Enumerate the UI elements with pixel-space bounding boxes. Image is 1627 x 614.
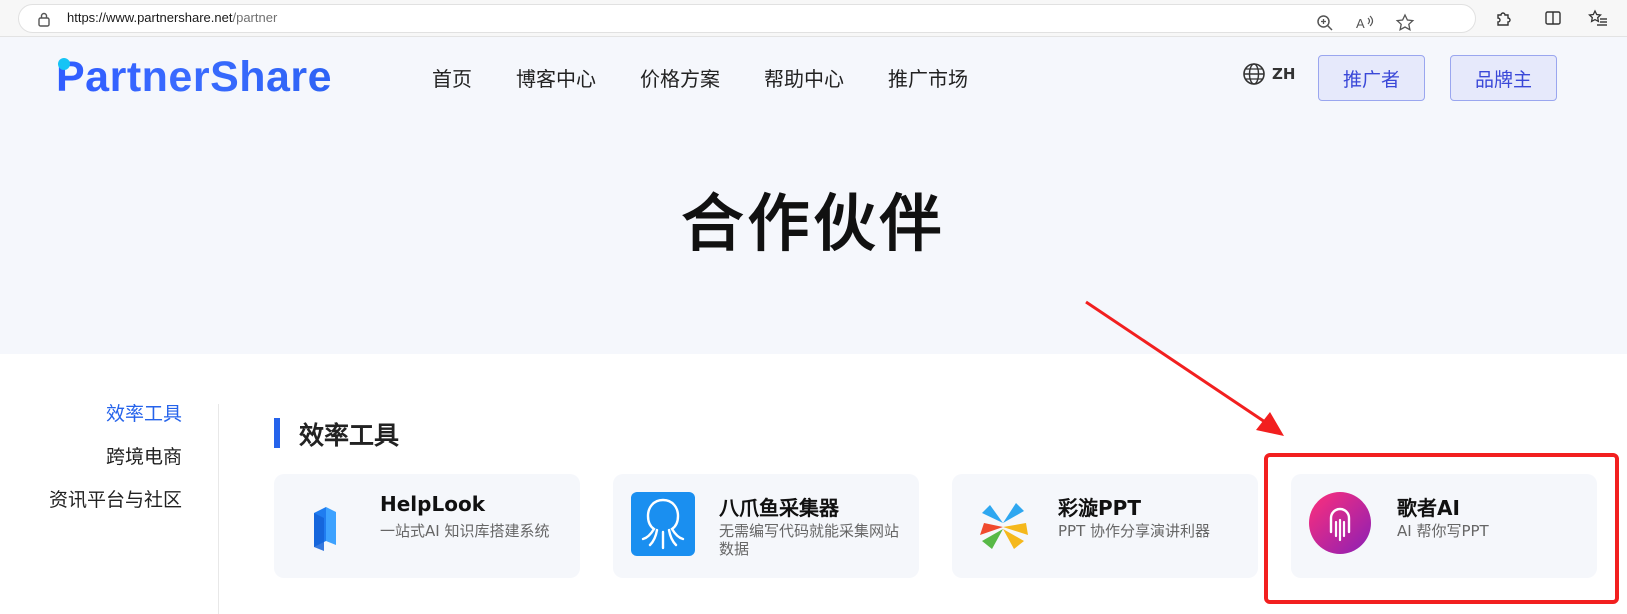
favorites-list-icon[interactable] <box>1588 8 1608 28</box>
brand-button[interactable]: 品牌主 <box>1450 55 1557 101</box>
sidebar-item-ecommerce[interactable]: 跨境电商 <box>0 445 182 488</box>
sidebar-item-community[interactable]: 资讯平台与社区 <box>0 488 182 531</box>
card-description: PPT 协作分享演讲利器 <box>1058 522 1211 540</box>
main-nav: 首页 博客中心 价格方案 帮助中心 推广市场 <box>432 63 1012 92</box>
nav-item-home[interactable]: 首页 <box>432 63 472 92</box>
sidebar-divider <box>218 404 219 614</box>
globe-icon <box>1243 63 1265 85</box>
octopus-logo-icon <box>631 492 695 556</box>
nav-item-help[interactable]: 帮助中心 <box>764 63 844 92</box>
split-screen-icon[interactable] <box>1543 8 1563 28</box>
card-description: 无需编写代码就能采集网站数据 <box>719 522 900 558</box>
partner-card-caixuan[interactable]: 彩漩PPT PPT 协作分享演讲利器 <box>952 474 1258 578</box>
zoom-icon[interactable] <box>1315 13 1335 33</box>
logo-accent-dot <box>58 58 70 70</box>
extensions-icon[interactable] <box>1494 8 1514 28</box>
sidebar-item-productivity[interactable]: 效率工具 <box>0 402 182 445</box>
browser-toolbar: https://www.partnershare.net/partner A <box>0 0 1627 37</box>
section-accent-bar <box>274 418 280 448</box>
lock-icon[interactable] <box>37 11 51 27</box>
card-title: HelpLook <box>380 492 485 516</box>
promoter-button[interactable]: 推广者 <box>1318 55 1425 101</box>
hero-banner: 合作伙伴 <box>0 117 1627 354</box>
language-label: ZH <box>1272 65 1296 83</box>
nav-item-market[interactable]: 推广市场 <box>888 63 968 92</box>
section-title: 效率工具 <box>299 421 400 450</box>
page-title: 合作伙伴 <box>681 187 946 260</box>
nav-item-pricing[interactable]: 价格方案 <box>640 63 720 92</box>
helplook-logo-icon <box>314 507 336 551</box>
favorite-star-icon[interactable] <box>1395 13 1415 33</box>
card-description: 一站式AI 知识库搭建系统 <box>380 522 550 540</box>
read-aloud-icon[interactable]: A <box>1355 13 1375 33</box>
card-title: 彩漩PPT <box>1058 496 1141 520</box>
card-title: 八爪鱼采集器 <box>719 496 839 520</box>
annotation-highlight-box <box>1264 453 1619 604</box>
url-text[interactable]: https://www.partnershare.net/partner <box>67 10 277 25</box>
partnershare-logo[interactable]: PartnerShare <box>56 53 332 102</box>
nav-item-blog[interactable]: 博客中心 <box>516 63 596 92</box>
svg-text:A: A <box>1356 16 1365 31</box>
caixuan-logo-icon <box>980 503 1028 549</box>
language-switcher[interactable]: ZH <box>1242 62 1295 86</box>
address-bar[interactable]: https://www.partnershare.net/partner A <box>18 4 1476 33</box>
site-header: PartnerShare 首页 博客中心 价格方案 帮助中心 推广市场 ZH 推… <box>0 37 1627 117</box>
partner-card-helplook[interactable]: HelpLook 一站式AI 知识库搭建系统 <box>274 474 580 578</box>
category-sidebar: 效率工具 跨境电商 资讯平台与社区 <box>0 402 182 531</box>
partner-card-octopus[interactable]: 八爪鱼采集器 无需编写代码就能采集网站数据 <box>613 474 919 578</box>
